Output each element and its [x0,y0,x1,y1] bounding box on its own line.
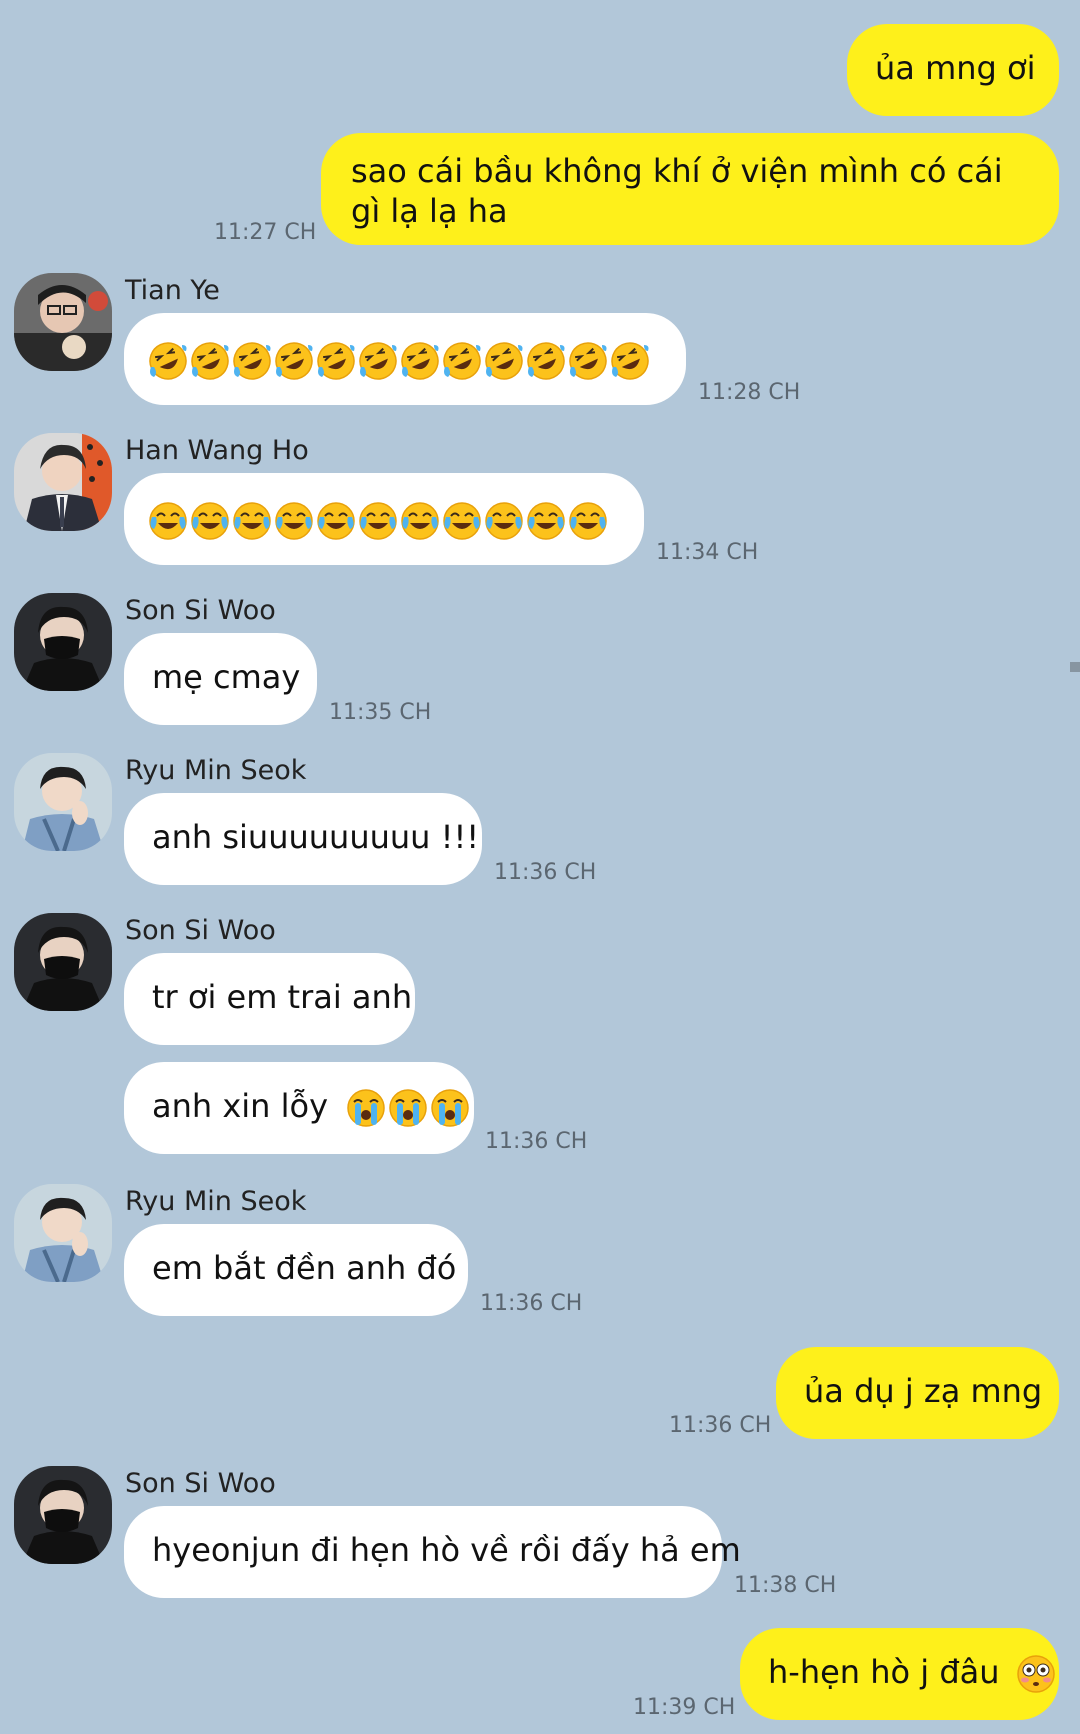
message-time: 11:36 CH [485,1129,588,1154]
message-time: 11:27 CH [214,220,317,245]
their-message-bubble[interactable] [124,313,686,405]
their-message-bubble[interactable]: tr ơi em trai anh [124,953,415,1045]
joy-emoji-icon [359,502,397,540]
rofl-emoji-icon [233,342,271,380]
emoji-row [346,1087,472,1127]
message-text: ủa mng ơi [875,49,1036,87]
rofl-emoji-icon [527,342,565,380]
their-message-bubble[interactable] [124,473,644,565]
their-message-bubble[interactable]: anh xin lỗy [124,1062,474,1154]
avatar-ryu-min-seok[interactable] [14,1184,112,1282]
joy-emoji-icon [191,502,229,540]
my-message-bubble[interactable]: sao cái bầu không khí ở viện mình có cái… [321,133,1059,245]
joy-emoji-icon [317,502,355,540]
my-message-bubble[interactable]: h-hẹn hò j đâu [740,1628,1059,1720]
flushed-emoji-icon [1016,1655,1055,1693]
joy-emoji-icon [485,502,523,540]
message-time: 11:34 CH [656,540,759,565]
my-message-bubble[interactable]: ủa mng ơi [847,24,1059,116]
message-text: em bắt đền anh đó [152,1249,457,1287]
sender-name: Ryu Min Seok [125,755,307,786]
rofl-emoji-icon [443,342,481,380]
emoji-row [148,500,610,540]
message-time: 11:28 CH [698,380,801,405]
message-time: 11:36 CH [494,860,597,885]
message-time: 11:35 CH [329,700,432,725]
avatar-son-si-woo[interactable] [14,913,112,1011]
emoji-row [148,340,652,380]
rofl-emoji-icon [149,342,187,380]
message-text: hyeonjun đi hẹn hò về rồi đấy hả em [152,1531,741,1569]
chat-view[interactable]: ủa mng ơi sao cái bầu không khí ở viện m… [0,0,1080,1734]
message-text: ủa dụ j zạ mng [804,1372,1043,1410]
avatar-ryu-min-seok[interactable] [14,753,112,851]
sob-emoji-icon [431,1089,469,1127]
joy-emoji-icon [527,502,565,540]
joy-emoji-icon [443,502,481,540]
message-text: tr ơi em trai anh [152,978,413,1016]
rofl-emoji-icon [191,342,229,380]
sender-name: Han Wang Ho [125,435,309,466]
rofl-emoji-icon [359,342,397,380]
rofl-emoji-icon [401,342,439,380]
joy-emoji-icon [149,502,187,540]
rofl-emoji-icon [275,342,313,380]
sob-emoji-icon [389,1089,427,1127]
message-text: h-hẹn hò j đâu [768,1653,1000,1691]
their-message-bubble[interactable]: mẹ cmay [124,633,317,725]
rofl-emoji-icon [317,342,355,380]
sender-name: Son Si Woo [125,915,276,946]
message-text: anh xin lỗy [152,1087,329,1125]
rofl-emoji-icon [611,342,649,380]
avatar-son-si-woo[interactable] [14,1466,112,1564]
message-time: 11:38 CH [734,1573,837,1598]
sob-emoji-icon [347,1089,385,1127]
sender-name: Ryu Min Seok [125,1186,307,1217]
avatar-tian-ye[interactable] [14,273,112,371]
joy-emoji-icon [275,502,313,540]
message-time: 11:36 CH [480,1291,583,1316]
message-text: mẹ cmay [152,658,301,696]
message-text: anh siuuuuuuuuu !!! [152,818,480,856]
their-message-bubble[interactable]: anh siuuuuuuuuu !!! [124,793,482,885]
avatar-son-si-woo[interactable] [14,593,112,691]
sender-name: Son Si Woo [125,1468,276,1499]
sender-name: Tian Ye [125,275,220,306]
rofl-emoji-icon [569,342,607,380]
joy-emoji-icon [401,502,439,540]
their-message-bubble[interactable]: em bắt đền anh đó [124,1224,468,1316]
joy-emoji-icon [569,502,607,540]
their-message-bubble[interactable]: hyeonjun đi hẹn hò về rồi đấy hả em [124,1506,741,1598]
avatar-han-wang-ho[interactable] [14,433,112,531]
emoji-row [1016,1653,1058,1693]
sender-name: Son Si Woo [125,595,276,626]
message-text: sao cái bầu không khí ở viện mình có cái… [351,152,1003,230]
rofl-emoji-icon [485,342,523,380]
my-message-bubble[interactable]: ủa dụ j zạ mng [776,1347,1059,1439]
joy-emoji-icon [233,502,271,540]
message-time: 11:36 CH [669,1413,772,1438]
scrollbar-indicator[interactable] [1070,662,1080,672]
message-time: 11:39 CH [633,1695,736,1720]
